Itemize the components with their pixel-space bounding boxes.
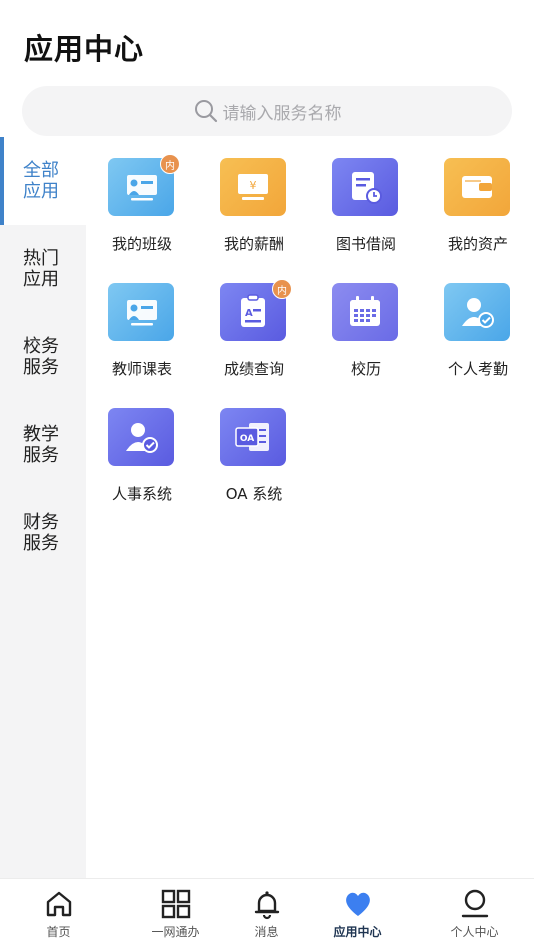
app-hr-system[interactable]: 人事系统 [86, 387, 198, 507]
app-school-calendar[interactable]: 校历 [310, 262, 422, 382]
app-name: 教师课表 [111, 360, 172, 378]
page-title: 应用中心 [24, 32, 145, 66]
sidebar-item-hot-apps[interactable]: 热门 应用 [0, 225, 86, 313]
bell-icon [254, 891, 279, 920]
sidebar-item-label: 教学 服务 [23, 424, 59, 466]
app-name: 成绩查询 [223, 360, 284, 378]
person-check-icon [108, 408, 174, 466]
tab-label: 首页 [46, 925, 71, 939]
svg-text:OA: OA [240, 434, 254, 444]
sidebar-item-label: 全部 应用 [23, 160, 59, 202]
svg-text:A: A [245, 308, 253, 319]
wallet-icon [444, 158, 510, 216]
calendar-icon [332, 283, 398, 341]
sidebar-item-school-affairs[interactable]: 校务 服务 [0, 313, 86, 401]
app-name: 人事系统 [111, 485, 172, 503]
app-my-class[interactable]: 内 我的班级 [86, 137, 198, 257]
tab-label: 个人中心 [450, 925, 499, 939]
app-my-salary[interactable]: ¥ 我的薪酬 [198, 137, 310, 257]
app-teacher-schedule[interactable]: 教师课表 [86, 262, 198, 382]
tab-app-center[interactable]: 应用中心 [304, 879, 411, 950]
sidebar-item-label: 财务 服务 [23, 512, 59, 554]
search-input[interactable]: 请输入服务名称 [22, 86, 512, 136]
person-check-icon [444, 283, 510, 341]
sidebar-item-all-apps[interactable]: 全部 应用 [0, 137, 86, 225]
app-name: 我的资产 [447, 235, 508, 253]
home-icon [46, 891, 71, 917]
app-attendance[interactable]: 个人考勤 [422, 262, 534, 382]
app-name: 我的班级 [111, 235, 172, 253]
tab-personal-center[interactable]: 个人中心 [421, 879, 528, 950]
app-book-borrow[interactable]: 图书借阅 [310, 137, 422, 257]
sidebar-item-finance[interactable]: 财务 服务 [0, 489, 86, 577]
salary-monitor-icon: ¥ [220, 158, 286, 216]
internal-badge: 内 [272, 279, 292, 299]
app-name: 图书借阅 [335, 235, 396, 253]
sidebar-item-teaching[interactable]: 教学 服务 [0, 401, 86, 489]
sidebar-item-label: 热门 应用 [23, 248, 59, 290]
user-icon [461, 889, 488, 918]
search-icon [194, 100, 217, 123]
grid-icon [161, 889, 190, 919]
svg-text:¥: ¥ [250, 179, 257, 192]
search-placeholder: 请输入服务名称 [222, 103, 342, 124]
heart-icon [345, 892, 370, 916]
app-name: 我的薪酬 [223, 235, 284, 253]
tab-label: 应用中心 [333, 925, 382, 939]
app-name: OA 系统 [225, 485, 283, 503]
book-clock-icon [332, 158, 398, 216]
sidebar-item-label: 校务 服务 [23, 336, 59, 378]
oa-document-icon: OA [220, 408, 286, 466]
app-grade-query[interactable]: A 内 成绩查询 [198, 262, 310, 382]
teacher-board-icon [108, 283, 174, 341]
internal-badge: 内 [160, 154, 180, 174]
app-oa-system[interactable]: OA OA 系统 [198, 387, 310, 507]
app-my-assets[interactable]: 我的资产 [422, 137, 534, 257]
tab-home[interactable]: 首页 [5, 879, 112, 950]
app-name: 个人考勤 [447, 360, 508, 378]
app-name: 校历 [350, 360, 381, 378]
bottom-tab-bar: 首页 一网通办 消息 应用中心 个人中心 [0, 878, 534, 950]
category-sidebar: 全部 应用 热门 应用 校务 服务 教学 服务 财务 服务 [0, 137, 86, 878]
